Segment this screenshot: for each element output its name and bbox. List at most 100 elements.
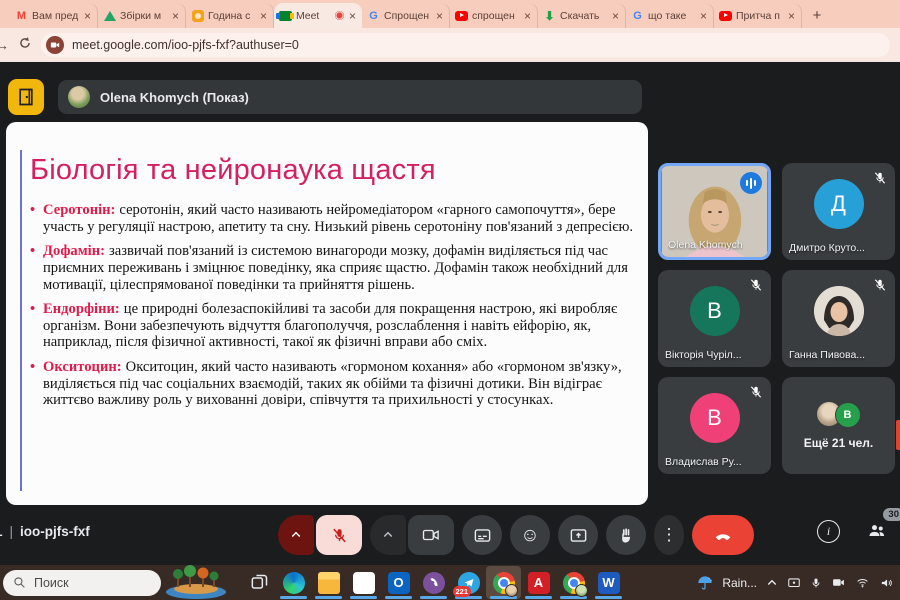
tab-close-icon[interactable]: ×	[787, 9, 796, 23]
tab-label: Meet	[296, 10, 331, 22]
meet-control-bar: 1 | ioo-pjfs-fxf	[0, 505, 900, 565]
camera-options-chevron[interactable]	[370, 515, 406, 555]
participant-name: Olena Khomych	[668, 239, 743, 251]
mic-mute-button[interactable]	[316, 515, 362, 555]
tab-download[interactable]: ⬇ Скачать ×	[538, 3, 626, 28]
folder-icon	[318, 572, 340, 594]
tab-close-icon[interactable]: ×	[611, 9, 620, 23]
tab-close-icon[interactable]: ×	[171, 9, 180, 23]
presenter-avatar	[68, 86, 90, 108]
tab-close-icon[interactable]: ×	[523, 9, 532, 23]
mic-off-icon	[747, 276, 765, 294]
camera-indicator-icon[interactable]	[831, 576, 846, 589]
participant-tile-viktoria[interactable]: В Вікторія Чуріл...	[658, 270, 771, 367]
participant-name: Вікторія Чуріл...	[665, 349, 742, 361]
tab-youtube-1[interactable]: спрощен ×	[450, 3, 538, 28]
bullet-term: Серотонін:	[43, 202, 115, 218]
tab-close-icon[interactable]: ×	[83, 9, 92, 23]
tab-close-icon[interactable]: ×	[435, 9, 444, 23]
gmail-icon: M	[15, 9, 28, 22]
forward-icon[interactable]: →	[0, 37, 9, 53]
taskbar-apps: O 221 A W	[241, 566, 626, 599]
participants-button[interactable]: 30	[864, 519, 890, 543]
chrome-app-active[interactable]	[486, 566, 521, 599]
leave-call-button[interactable]	[692, 515, 754, 555]
meeting-info-button[interactable]: i	[817, 520, 840, 543]
more-participants-label: Ещё 21 чел.	[804, 436, 873, 450]
tab-google-search-1[interactable]: G Спрощен ×	[362, 3, 450, 28]
windows-taskbar: Поиск O 221 A	[0, 565, 900, 600]
outlook-icon: O	[388, 572, 410, 594]
participant-tile-olena[interactable]: Olena Khomych	[658, 163, 771, 260]
mic-options-chevron[interactable]	[278, 515, 314, 555]
reload-icon[interactable]	[18, 36, 32, 53]
more-options-button[interactable]: ⋮	[654, 515, 684, 555]
microphone-indicator-icon[interactable]	[810, 576, 822, 590]
file-explorer-app[interactable]	[311, 566, 346, 599]
raise-hand-button[interactable]	[606, 515, 646, 555]
slide-bullet: Серотонін:серотонін, який часто називают…	[32, 202, 636, 235]
avatar-initial: Д	[831, 191, 846, 217]
avatar-initial: В	[844, 409, 852, 421]
weather-umbrella-icon[interactable]	[697, 575, 713, 591]
tab-close-icon[interactable]: ×	[699, 9, 708, 23]
presenter-pill[interactable]: Olena Khomych (Показ)	[58, 80, 642, 114]
participant-tile-hanna[interactable]: Ганна Пивова...	[782, 270, 895, 367]
tab-gmail[interactable]: M Вам пред ×	[10, 3, 98, 28]
url-text: meet.google.com/ioo-pjfs-fxf?authuser=0	[72, 38, 299, 52]
chrome-profile-avatar	[575, 584, 588, 597]
tray-overflow-chevron[interactable]	[766, 577, 778, 589]
tab-label: Збірки м	[120, 10, 167, 22]
tab-youtube-2[interactable]: Притча п ×	[714, 3, 802, 28]
wifi-icon[interactable]	[855, 576, 870, 589]
taskbar-search[interactable]: Поиск	[3, 570, 161, 596]
slide-body: Серотонін:серотонін, який часто називают…	[32, 202, 636, 409]
chrome-app-2[interactable]	[556, 566, 591, 599]
tab-close-icon[interactable]: ×	[259, 9, 268, 23]
bullet-text: це природні болезаспокійливі та засоби д…	[43, 301, 617, 350]
edge-app[interactable]	[276, 566, 311, 599]
meeting-code-text: ioo-pjfs-fxf	[20, 524, 90, 539]
task-view-button[interactable]	[241, 566, 276, 599]
new-tab-button[interactable]: +	[806, 4, 828, 26]
tab-label: Спрощен	[384, 10, 431, 22]
word-app[interactable]: W	[591, 566, 626, 599]
tab-meet-active[interactable]: Meet ×	[274, 3, 362, 28]
viber-app[interactable]	[416, 566, 451, 599]
acrobat-app[interactable]: A	[521, 566, 556, 599]
participant-tile-dmytro[interactable]: Д Дмитро Круто...	[782, 163, 895, 260]
slide-title: Біологія та нейронаука щастя	[30, 154, 634, 187]
weather-label[interactable]: Rain...	[722, 576, 757, 590]
tab-close-icon[interactable]: ×	[348, 9, 357, 23]
more-participants-tile[interactable]: В Ещё 21 чел.	[782, 377, 895, 474]
tab-label: Вам пред	[32, 10, 79, 22]
telegram-app[interactable]: 221	[451, 566, 486, 599]
browser-url-bar: → meet.google.com/ioo-pjfs-fxf?authuser=…	[0, 28, 900, 62]
captions-button[interactable]	[462, 515, 502, 555]
search-highlight-image[interactable]	[161, 565, 231, 600]
chrome-icon	[563, 572, 585, 594]
address-bar[interactable]: meet.google.com/ioo-pjfs-fxf?authuser=0	[41, 33, 890, 57]
presenter-name: Olena Khomych (Показ)	[100, 90, 249, 105]
participant-tile-vladyslav[interactable]: В Владислав Ру...	[658, 377, 771, 474]
screen-share-indicator-icon[interactable]	[787, 576, 801, 590]
telegram-icon: 221	[458, 572, 480, 594]
edge-icon	[283, 572, 305, 594]
reactions-button[interactable]: ☺	[510, 515, 550, 555]
tab-classroom[interactable]: Година с ×	[186, 3, 274, 28]
edge-notification-sliver	[896, 420, 900, 450]
clock-fragment: 1	[0, 524, 3, 539]
present-screen-button[interactable]	[558, 515, 598, 555]
participant-name: Владислав Ру...	[665, 456, 742, 468]
mic-off-icon	[747, 383, 765, 401]
outlook-app[interactable]: O	[381, 566, 416, 599]
tab-google-search-2[interactable]: G що таке ×	[626, 3, 714, 28]
speaker-icon[interactable]	[879, 576, 894, 590]
youtube-icon	[719, 9, 732, 22]
tab-drive[interactable]: Збірки м ×	[98, 3, 186, 28]
microsoft-store-app[interactable]	[346, 566, 381, 599]
browser-tab-bar: M Вам пред × Збірки м × Година с × Meet …	[0, 0, 900, 28]
camera-button[interactable]	[408, 515, 454, 555]
leave-room-icon[interactable]	[8, 79, 44, 115]
avatar: Д	[814, 179, 864, 229]
